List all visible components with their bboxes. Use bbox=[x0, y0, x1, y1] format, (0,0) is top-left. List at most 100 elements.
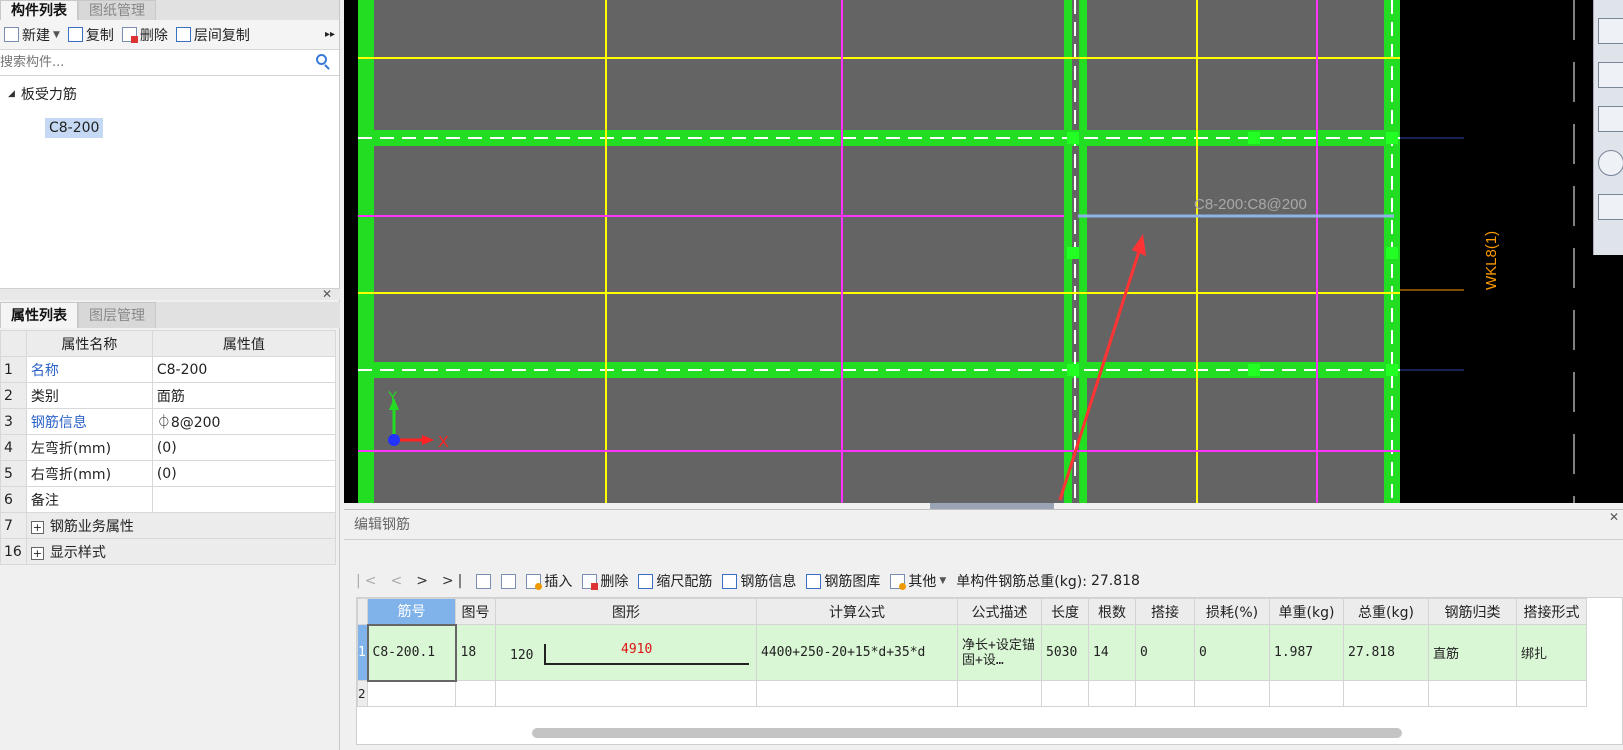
expand-plus-icon[interactable]: + bbox=[30, 546, 44, 560]
insert-button[interactable]: 插入 bbox=[526, 571, 572, 591]
panel-splitter[interactable]: ✕ bbox=[0, 287, 340, 301]
property-row[interactable]: 1 名称 C8-200 bbox=[0, 356, 337, 383]
horizontal-scrollbar[interactable] bbox=[532, 728, 1402, 738]
shape-hook-line bbox=[544, 643, 546, 664]
cell-fig-no[interactable]: 18 bbox=[455, 624, 496, 681]
property-group-row[interactable]: 16 + 显示样式 bbox=[0, 538, 337, 565]
table-row[interactable]: 1 C8-200.1 18 120 4910 4400+250-20+15*d+… bbox=[357, 623, 1587, 682]
rebar-library-button[interactable]: 钢筋图库 bbox=[806, 571, 880, 591]
layer-grid-icon[interactable] bbox=[1598, 194, 1623, 220]
tree-item-c8-200[interactable]: C8-200 bbox=[45, 118, 104, 138]
col-unit-weight[interactable]: 单重(kg) bbox=[1269, 598, 1344, 625]
view-toolbar bbox=[1593, 0, 1623, 255]
property-row[interactable]: 5 右弯折(mm) (0) bbox=[0, 460, 337, 487]
other-button[interactable]: 其他 ▼ bbox=[890, 571, 946, 591]
collapse-triangle-icon[interactable]: ◢ bbox=[8, 89, 15, 99]
axis-x-label: X bbox=[438, 434, 449, 451]
tab-component-list[interactable]: 构件列表 bbox=[0, 0, 78, 20]
shape-hook-length: 120 bbox=[510, 647, 534, 663]
cell-length[interactable]: 5030 bbox=[1041, 624, 1089, 681]
search-icon[interactable] bbox=[316, 54, 327, 65]
copy-button[interactable]: 复制 bbox=[67, 25, 114, 45]
drawing-canvas[interactable]: X Y C8-200:C8@200 WKL8(1) bbox=[344, 0, 1623, 503]
left-pane: 构件列表 图纸管理 新建▼ 复制 删除 层间复制 ▸▸ ◢ 板受力筋 C8-20… bbox=[0, 0, 340, 750]
col-count[interactable]: 根数 bbox=[1088, 598, 1136, 625]
origin-dot bbox=[388, 434, 400, 446]
cell-formula[interactable]: 4400+250-20+15*d+35*d bbox=[756, 624, 958, 681]
nav-next-button[interactable]: > bbox=[416, 573, 432, 589]
rotate-icon[interactable] bbox=[1598, 150, 1623, 176]
col-desc[interactable]: 公式描述 bbox=[957, 598, 1042, 625]
col-lap[interactable]: 搭接 bbox=[1135, 598, 1195, 625]
chevron-down-icon: ▼ bbox=[53, 29, 60, 40]
table-row[interactable]: 2 bbox=[357, 680, 1587, 707]
cell-loss[interactable]: 0 bbox=[1194, 624, 1270, 681]
col-length[interactable]: 长度 bbox=[1041, 598, 1089, 625]
cell-bar-no[interactable]: C8-200.1 bbox=[366, 623, 457, 682]
view-box-icon[interactable] bbox=[1598, 106, 1623, 132]
expand-plus-icon[interactable]: + bbox=[30, 520, 44, 534]
cell-lap[interactable]: 0 bbox=[1135, 624, 1195, 681]
nav-last-button[interactable]: >| bbox=[442, 573, 466, 589]
col-loss[interactable]: 损耗(%) bbox=[1194, 598, 1270, 625]
floor-copy-button[interactable]: 层间复制 bbox=[175, 25, 250, 45]
nav-prev-button[interactable]: < bbox=[390, 573, 406, 589]
property-value-input[interactable]: C8-200 bbox=[151, 356, 337, 383]
insert-icon bbox=[526, 573, 543, 590]
property-value-input[interactable]: (0) bbox=[151, 434, 337, 461]
cell-total-weight[interactable]: 27.818 bbox=[1343, 624, 1429, 681]
close-icon[interactable]: ✕ bbox=[1609, 510, 1619, 524]
rebar-table: 筋号 图号 图形 计算公式 公式描述 长度 根数 搭接 损耗(%) 单重(kg)… bbox=[357, 598, 1587, 707]
search-box bbox=[0, 50, 339, 76]
search-input[interactable] bbox=[0, 50, 300, 74]
new-button[interactable]: 新建 ▼ bbox=[4, 25, 60, 45]
cell-count[interactable]: 14 bbox=[1088, 624, 1136, 681]
delete-row-button[interactable]: 删除 bbox=[582, 571, 628, 591]
cell-desc[interactable]: 净长+设定锚固+设… bbox=[957, 624, 1042, 681]
nav-first-button[interactable]: |< bbox=[356, 573, 380, 589]
property-group-row[interactable]: 7 + 钢筋业务属性 bbox=[0, 512, 337, 539]
edit-rebar-title: 编辑钢筋 bbox=[344, 510, 1623, 540]
axis-y-label: Y bbox=[388, 388, 398, 404]
new-icon bbox=[4, 27, 19, 42]
col-fig-no[interactable]: 图号 bbox=[455, 598, 496, 625]
rebar-table-container: 筋号 图号 图形 计算公式 公式描述 长度 根数 搭接 损耗(%) 单重(kg)… bbox=[356, 597, 1623, 745]
property-row[interactable]: 2 类别 面筋 bbox=[0, 382, 337, 409]
rebar-info-button[interactable]: 钢筋信息 bbox=[722, 571, 796, 591]
cell-unit-weight[interactable]: 1.987 bbox=[1269, 624, 1344, 681]
col-lap-type[interactable]: 搭接形式 bbox=[1516, 598, 1587, 625]
delete-button[interactable]: 删除 bbox=[121, 25, 168, 45]
tree-group-slab-rebar[interactable]: ◢ 板受力筋 bbox=[8, 84, 77, 104]
col-category[interactable]: 钢筋归类 bbox=[1428, 598, 1517, 625]
cell-shape[interactable]: 120 4910 bbox=[495, 624, 757, 681]
close-icon[interactable]: ✕ bbox=[322, 287, 332, 301]
move-down-icon[interactable] bbox=[501, 573, 517, 589]
property-value-input[interactable]: ⏀8@200 bbox=[151, 408, 337, 435]
col-shape[interactable]: 图形 bbox=[495, 598, 757, 625]
more-button[interactable]: ▸▸ bbox=[325, 29, 335, 40]
property-value-input[interactable] bbox=[151, 486, 337, 513]
rebar-label: C8-200:C8@200 bbox=[1194, 196, 1307, 213]
property-row[interactable]: 4 左弯折(mm) (0) bbox=[0, 434, 337, 461]
col-bar-no[interactable]: 筋号 bbox=[367, 598, 456, 625]
view-3d-icon[interactable] bbox=[1598, 62, 1623, 88]
property-row[interactable]: 6 备注 bbox=[0, 486, 337, 513]
property-value-input[interactable]: (0) bbox=[151, 460, 337, 487]
col-formula[interactable]: 计算公式 bbox=[756, 598, 958, 625]
view-2d-icon[interactable] bbox=[1598, 18, 1623, 44]
beam-label: WKL8(1) bbox=[1483, 231, 1500, 290]
rebar-shape-diagram: 120 4910 bbox=[497, 626, 756, 680]
property-value-input[interactable]: 面筋 bbox=[151, 382, 337, 409]
property-row[interactable]: 3 钢筋信息 ⏀8@200 bbox=[0, 408, 337, 435]
cell-category[interactable]: 直筋 bbox=[1428, 624, 1517, 681]
tab-layer-management[interactable]: 图层管理 bbox=[78, 302, 156, 328]
tab-drawing-management[interactable]: 图纸管理 bbox=[78, 0, 156, 20]
move-up-icon[interactable] bbox=[476, 573, 492, 589]
header-property-name: 属性名称 bbox=[25, 330, 153, 357]
scale-rebar-button[interactable]: 缩尺配筋 bbox=[638, 571, 712, 591]
delete-icon bbox=[582, 573, 599, 590]
tab-property-list[interactable]: 属性列表 bbox=[0, 302, 78, 328]
beam-left bbox=[358, 0, 374, 503]
col-total-weight[interactable]: 总重(kg) bbox=[1343, 598, 1429, 625]
cell-lap-type[interactable]: 绑扎 bbox=[1516, 624, 1587, 681]
